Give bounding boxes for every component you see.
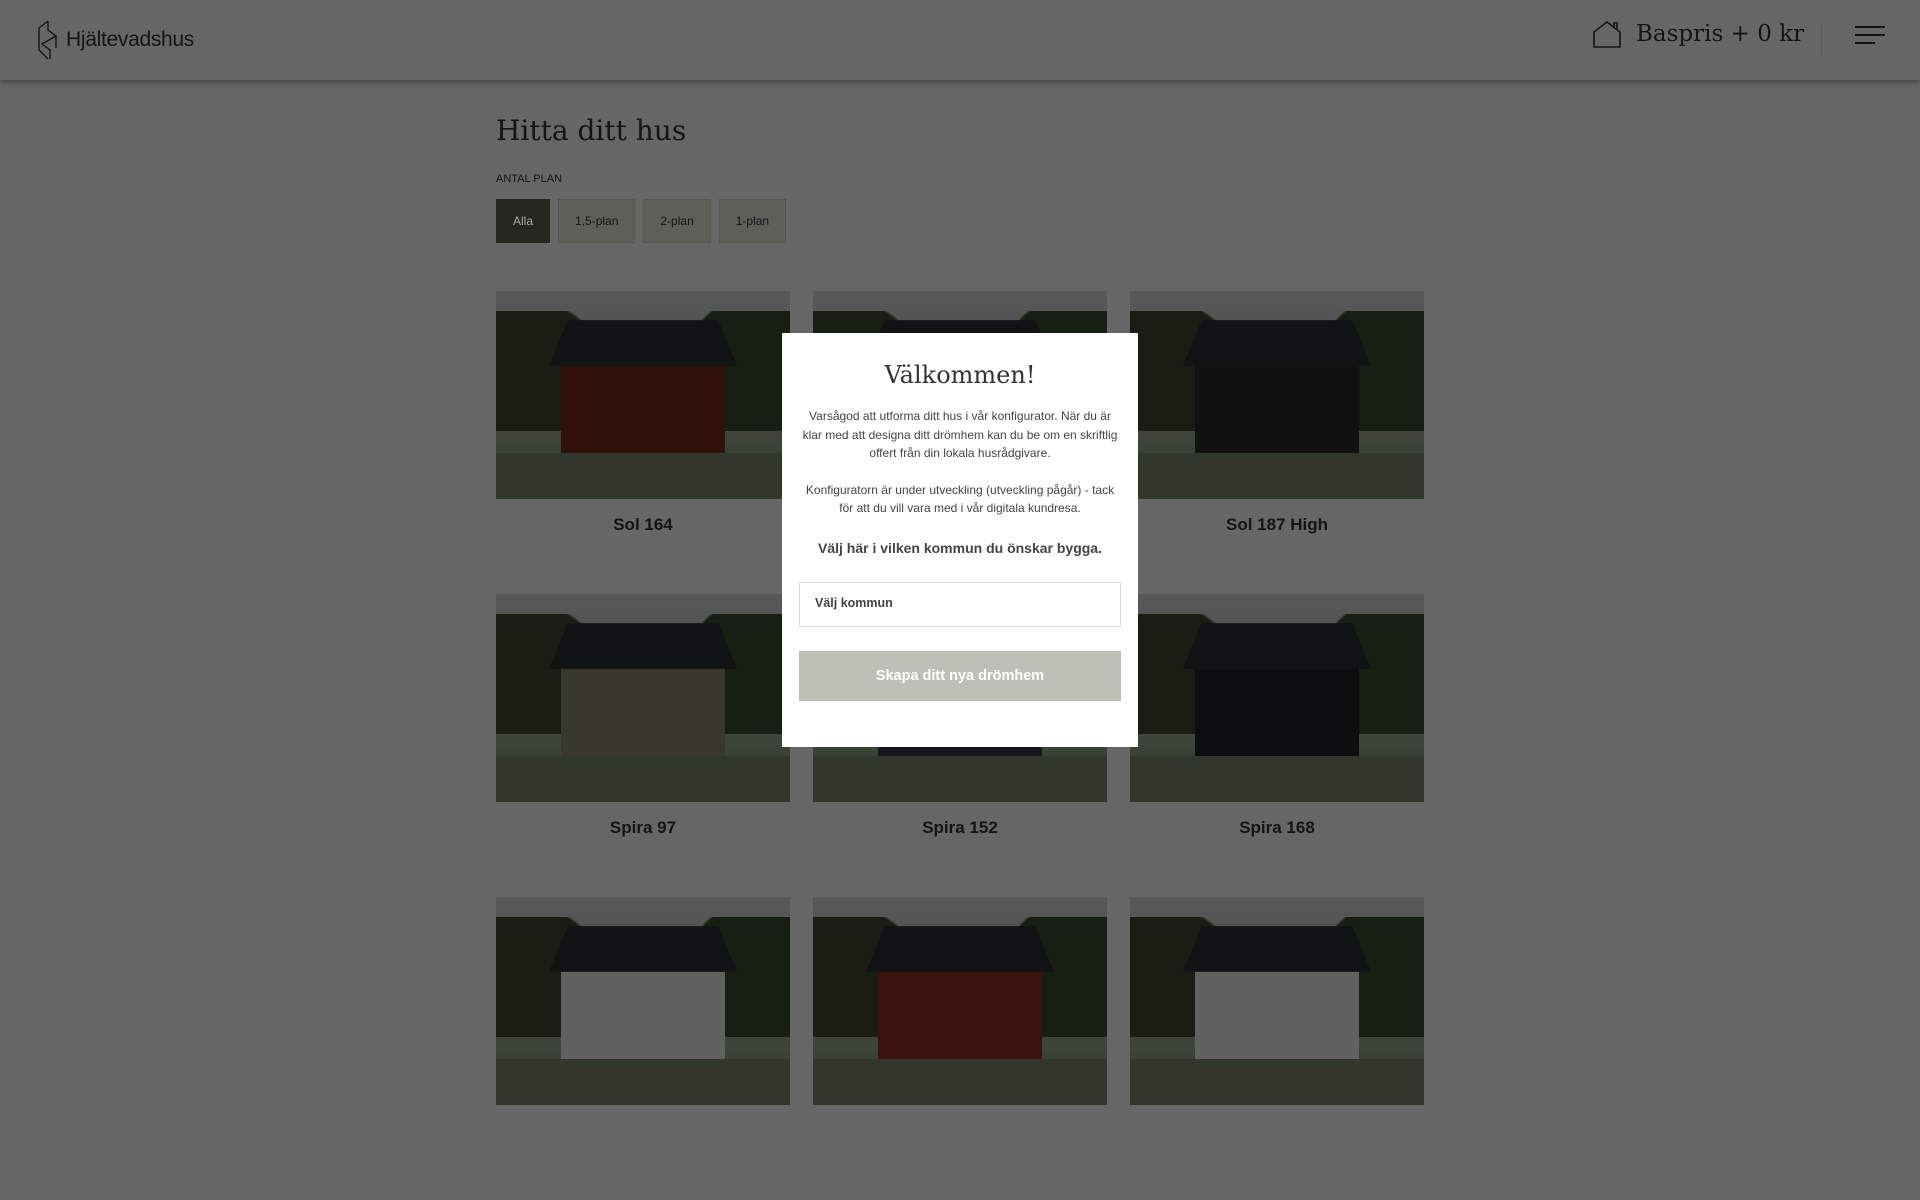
- house-icon: [1593, 20, 1621, 48]
- filter-2-plan[interactable]: 2-plan: [643, 199, 711, 243]
- filter-1-5-plan[interactable]: 1,5-plan: [558, 199, 636, 243]
- welcome-modal: Välkommen! Varsågod att utforma ditt hus…: [782, 333, 1138, 747]
- filter-alla[interactable]: Alla: [496, 199, 551, 243]
- house-card[interactable]: Spira 97: [496, 594, 790, 897]
- house-name[interactable]: Spira 168: [1130, 818, 1424, 838]
- base-price-label: Baspris + 0 kr: [1636, 21, 1805, 47]
- house-card[interactable]: Sol 187 High: [1130, 291, 1424, 594]
- house-image[interactable]: [813, 897, 1107, 1105]
- divider: [1821, 22, 1822, 58]
- house-card[interactable]: [496, 897, 790, 1200]
- modal-intro: Varsågod att utforma ditt hus i vår konf…: [802, 409, 1118, 460]
- house-name[interactable]: Spira 152: [813, 818, 1107, 838]
- site-header: Hjältevadshus Baspris + 0 kr: [0, 0, 1920, 80]
- base-price: Baspris + 0 kr: [1592, 20, 1804, 48]
- house-image[interactable]: [1130, 897, 1424, 1105]
- modal-title: Välkommen!: [884, 361, 1036, 389]
- house-card[interactable]: Sol 164: [496, 291, 790, 594]
- create-dream-home-button[interactable]: Skapa ditt nya drömhem: [799, 650, 1121, 701]
- municipality-select[interactable]: Välj kommun: [799, 581, 1121, 627]
- modal-notice: Konfiguratorn är under utveckling (utvec…: [805, 482, 1115, 516]
- filter-group: Alla 1,5-plan 2-plan 1-plan: [496, 199, 1426, 243]
- house-name[interactable]: Sol 187 High: [1130, 515, 1424, 535]
- house-image[interactable]: [496, 897, 790, 1105]
- filter-1-plan[interactable]: 1-plan: [718, 199, 787, 243]
- house-name[interactable]: Sol 164: [496, 515, 790, 535]
- main-content: Hitta ditt hus ANTAL PLAN Alla 1,5-plan …: [496, 110, 1426, 243]
- modal-question: Välj här i vilken kommun du önskar bygga…: [818, 539, 1102, 556]
- house-image[interactable]: [496, 291, 790, 499]
- brand-name: Hjältevadshus: [66, 28, 195, 51]
- house-image[interactable]: [496, 594, 790, 802]
- logo-icon: [38, 20, 58, 60]
- house-name[interactable]: Spira 97: [496, 818, 790, 838]
- house-card[interactable]: [1130, 897, 1424, 1200]
- house-image[interactable]: [1130, 594, 1424, 802]
- house-card[interactable]: [813, 897, 1107, 1200]
- house-image[interactable]: [1130, 291, 1424, 499]
- house-card[interactable]: Spira 168: [1130, 594, 1424, 897]
- hamburger-menu-icon[interactable]: [1855, 26, 1885, 48]
- page-title: Hitta ditt hus: [496, 114, 687, 147]
- brand-logo[interactable]: Hjältevadshus: [36, 20, 194, 60]
- filter-label: ANTAL PLAN: [496, 173, 563, 185]
